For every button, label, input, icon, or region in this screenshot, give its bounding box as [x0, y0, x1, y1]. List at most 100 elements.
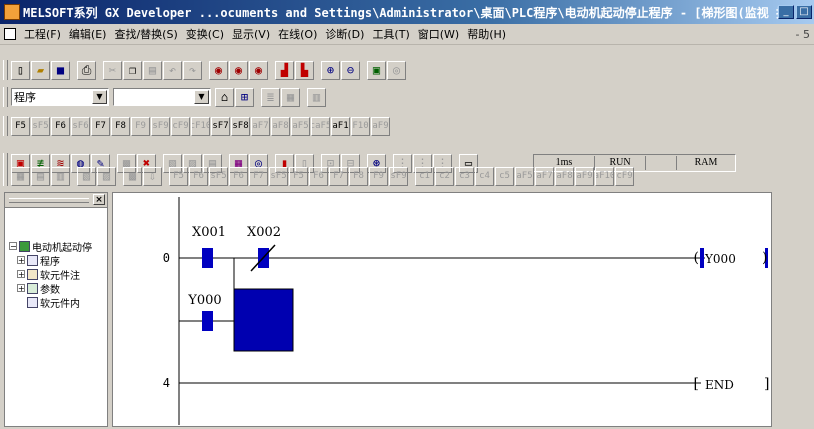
- read-plc-icon[interactable]: ▙: [295, 60, 314, 80]
- sfc-key-7[interactable]: F5: [289, 166, 308, 186]
- minimize-button[interactable]: _: [778, 5, 794, 19]
- line-input-button[interactable]: F10: [351, 116, 370, 136]
- menu-online[interactable]: 在线(O): [274, 26, 321, 42]
- toolbar-grip[interactable]: [3, 60, 8, 80]
- block-icon[interactable]: ▦: [281, 87, 300, 107]
- menu-convert[interactable]: 变换(C): [182, 26, 228, 42]
- sfc-key-19[interactable]: aF7: [535, 166, 554, 186]
- sfc-key-17[interactable]: c5: [495, 166, 514, 186]
- menu-diagnostics[interactable]: 诊断(D): [321, 26, 368, 42]
- project-tree-icon[interactable]: ⊞: [235, 87, 254, 107]
- no-parallel-button[interactable]: sF5: [31, 116, 50, 136]
- coil-button[interactable]: F7: [91, 116, 110, 136]
- toolbar-grip[interactable]: [3, 87, 8, 107]
- sfc-key-18[interactable]: aF5: [515, 166, 534, 186]
- save-icon[interactable]: ■: [51, 60, 70, 80]
- tree-item-device-memory[interactable]: 软元件内: [9, 295, 92, 310]
- sfc-key-22[interactable]: aF10: [595, 166, 614, 186]
- menu-project[interactable]: 工程(F): [20, 26, 65, 42]
- sfc-key-5[interactable]: F7: [249, 166, 268, 186]
- monitor-icon[interactable]: ⊕: [321, 60, 340, 80]
- rising-edge-button[interactable]: sF7: [211, 116, 230, 136]
- sfc-key-4[interactable]: F6: [229, 166, 248, 186]
- application-instruction-button[interactable]: F8: [111, 116, 130, 136]
- tree-item-program[interactable]: + 程序: [9, 253, 92, 268]
- sfc-key-16[interactable]: c4: [475, 166, 494, 186]
- tree-item-comment[interactable]: + 软元件注: [9, 267, 92, 282]
- sfc-key-14[interactable]: c2: [435, 166, 454, 186]
- menu-edit[interactable]: 编辑(E): [65, 26, 111, 42]
- block-view-icon[interactable]: ▩: [123, 166, 142, 186]
- jump-view-icon[interactable]: ⇩: [143, 166, 162, 186]
- contact-view-icon[interactable]: ▤: [31, 166, 50, 186]
- paste-icon[interactable]: ▤: [143, 60, 162, 80]
- toolbar-grip[interactable]: [3, 166, 8, 186]
- list-icon[interactable]: ▥: [307, 87, 326, 107]
- sfc-key-11[interactable]: F9: [369, 166, 388, 186]
- find-instruction-icon[interactable]: ◉: [229, 60, 248, 80]
- comment-icon[interactable]: ▣: [367, 60, 386, 80]
- tree-item-parameter[interactable]: + 参数: [9, 281, 92, 296]
- ladder-view-icon[interactable]: ▦: [11, 166, 30, 186]
- menu-help[interactable]: 帮助(H): [463, 26, 510, 42]
- line-delete-button[interactable]: aF9: [371, 116, 390, 136]
- expand-icon[interactable]: +: [17, 284, 25, 293]
- toolbar-grip[interactable]: [3, 116, 8, 136]
- find-device-icon[interactable]: ◉: [209, 60, 228, 80]
- ladder-editor[interactable]: 0 X001 X002 Y000 ( Y000 ) 4 [END]: [112, 192, 772, 427]
- redo-icon[interactable]: ↷: [183, 60, 202, 80]
- program-select[interactable]: 程序 ▼: [11, 88, 109, 106]
- sfc-key-8[interactable]: F6: [309, 166, 328, 186]
- menu-tools[interactable]: 工具(T): [368, 26, 413, 42]
- nc-parallel-button[interactable]: sF6: [71, 116, 90, 136]
- open-folder-icon[interactable]: ▰: [31, 60, 50, 80]
- no-contact-button[interactable]: F5: [11, 116, 30, 136]
- sfc-key-9[interactable]: F7: [329, 166, 348, 186]
- sfc-key-20[interactable]: aF8: [555, 166, 574, 186]
- rising-parallel-button[interactable]: aF7: [251, 116, 270, 136]
- collapse-icon[interactable]: −: [9, 242, 17, 251]
- monitor-write-icon[interactable]: ⊖: [341, 60, 360, 80]
- horizontal-line-button[interactable]: F9: [131, 116, 150, 136]
- expand-icon[interactable]: +: [17, 270, 25, 279]
- document-icon[interactable]: [4, 28, 16, 40]
- delete-vertical-button[interactable]: cF10: [191, 116, 210, 136]
- undo-icon[interactable]: ↶: [163, 60, 182, 80]
- chevron-down-icon[interactable]: ▼: [92, 90, 107, 104]
- sfc-key-15[interactable]: c3: [455, 166, 474, 186]
- sfc-key-2[interactable]: F6: [189, 166, 208, 186]
- sfc-key-3[interactable]: sF5: [209, 166, 228, 186]
- app-icon[interactable]: [4, 4, 20, 20]
- find-step-icon[interactable]: ◉: [249, 60, 268, 80]
- delete-horizontal-button[interactable]: cF9: [171, 116, 190, 136]
- falling-edge-button[interactable]: sF8: [231, 116, 250, 136]
- sfc-key-21[interactable]: aF9: [575, 166, 594, 186]
- menu-window[interactable]: 窗口(W): [414, 26, 463, 42]
- sfc-key-23[interactable]: cF9: [615, 166, 634, 186]
- entry-view-icon[interactable]: ▥: [51, 166, 70, 186]
- new-file-icon[interactable]: ▯: [11, 60, 30, 80]
- device-select[interactable]: ▼: [113, 88, 211, 106]
- mdi-minimize-button[interactable]: - 5: [796, 28, 814, 41]
- nc-contact-button[interactable]: F6: [51, 116, 70, 136]
- write-plc-icon[interactable]: ▟: [275, 60, 294, 80]
- operation-fall-button[interactable]: caF5: [311, 116, 330, 136]
- falling-parallel-button[interactable]: aF8: [271, 116, 290, 136]
- menu-find-replace[interactable]: 查找/替换(S): [110, 26, 181, 42]
- close-panel-icon[interactable]: ×: [93, 194, 105, 205]
- sfc-key-10[interactable]: F8: [349, 166, 368, 186]
- maximize-button[interactable]: □: [796, 5, 812, 19]
- sfc-key-1[interactable]: F5: [169, 166, 188, 186]
- statement-icon[interactable]: ◎: [387, 60, 406, 80]
- sfc-icon[interactable]: ≣: [261, 87, 280, 107]
- menu-view[interactable]: 显示(V): [228, 26, 274, 42]
- sfc-key-13[interactable]: c1: [415, 166, 434, 186]
- sfc-key-6[interactable]: sF5: [269, 166, 288, 186]
- sfc-view-icon[interactable]: ▧: [77, 166, 96, 186]
- chevron-down-icon[interactable]: ▼: [194, 90, 209, 104]
- parameter-icon[interactable]: ⌂: [215, 87, 234, 107]
- tree-root[interactable]: − 电动机起动停: [9, 239, 92, 254]
- vertical-line-button[interactable]: sF9: [151, 116, 170, 136]
- print-icon[interactable]: ⎙: [77, 60, 96, 80]
- operation-rise-button[interactable]: aF5: [291, 116, 310, 136]
